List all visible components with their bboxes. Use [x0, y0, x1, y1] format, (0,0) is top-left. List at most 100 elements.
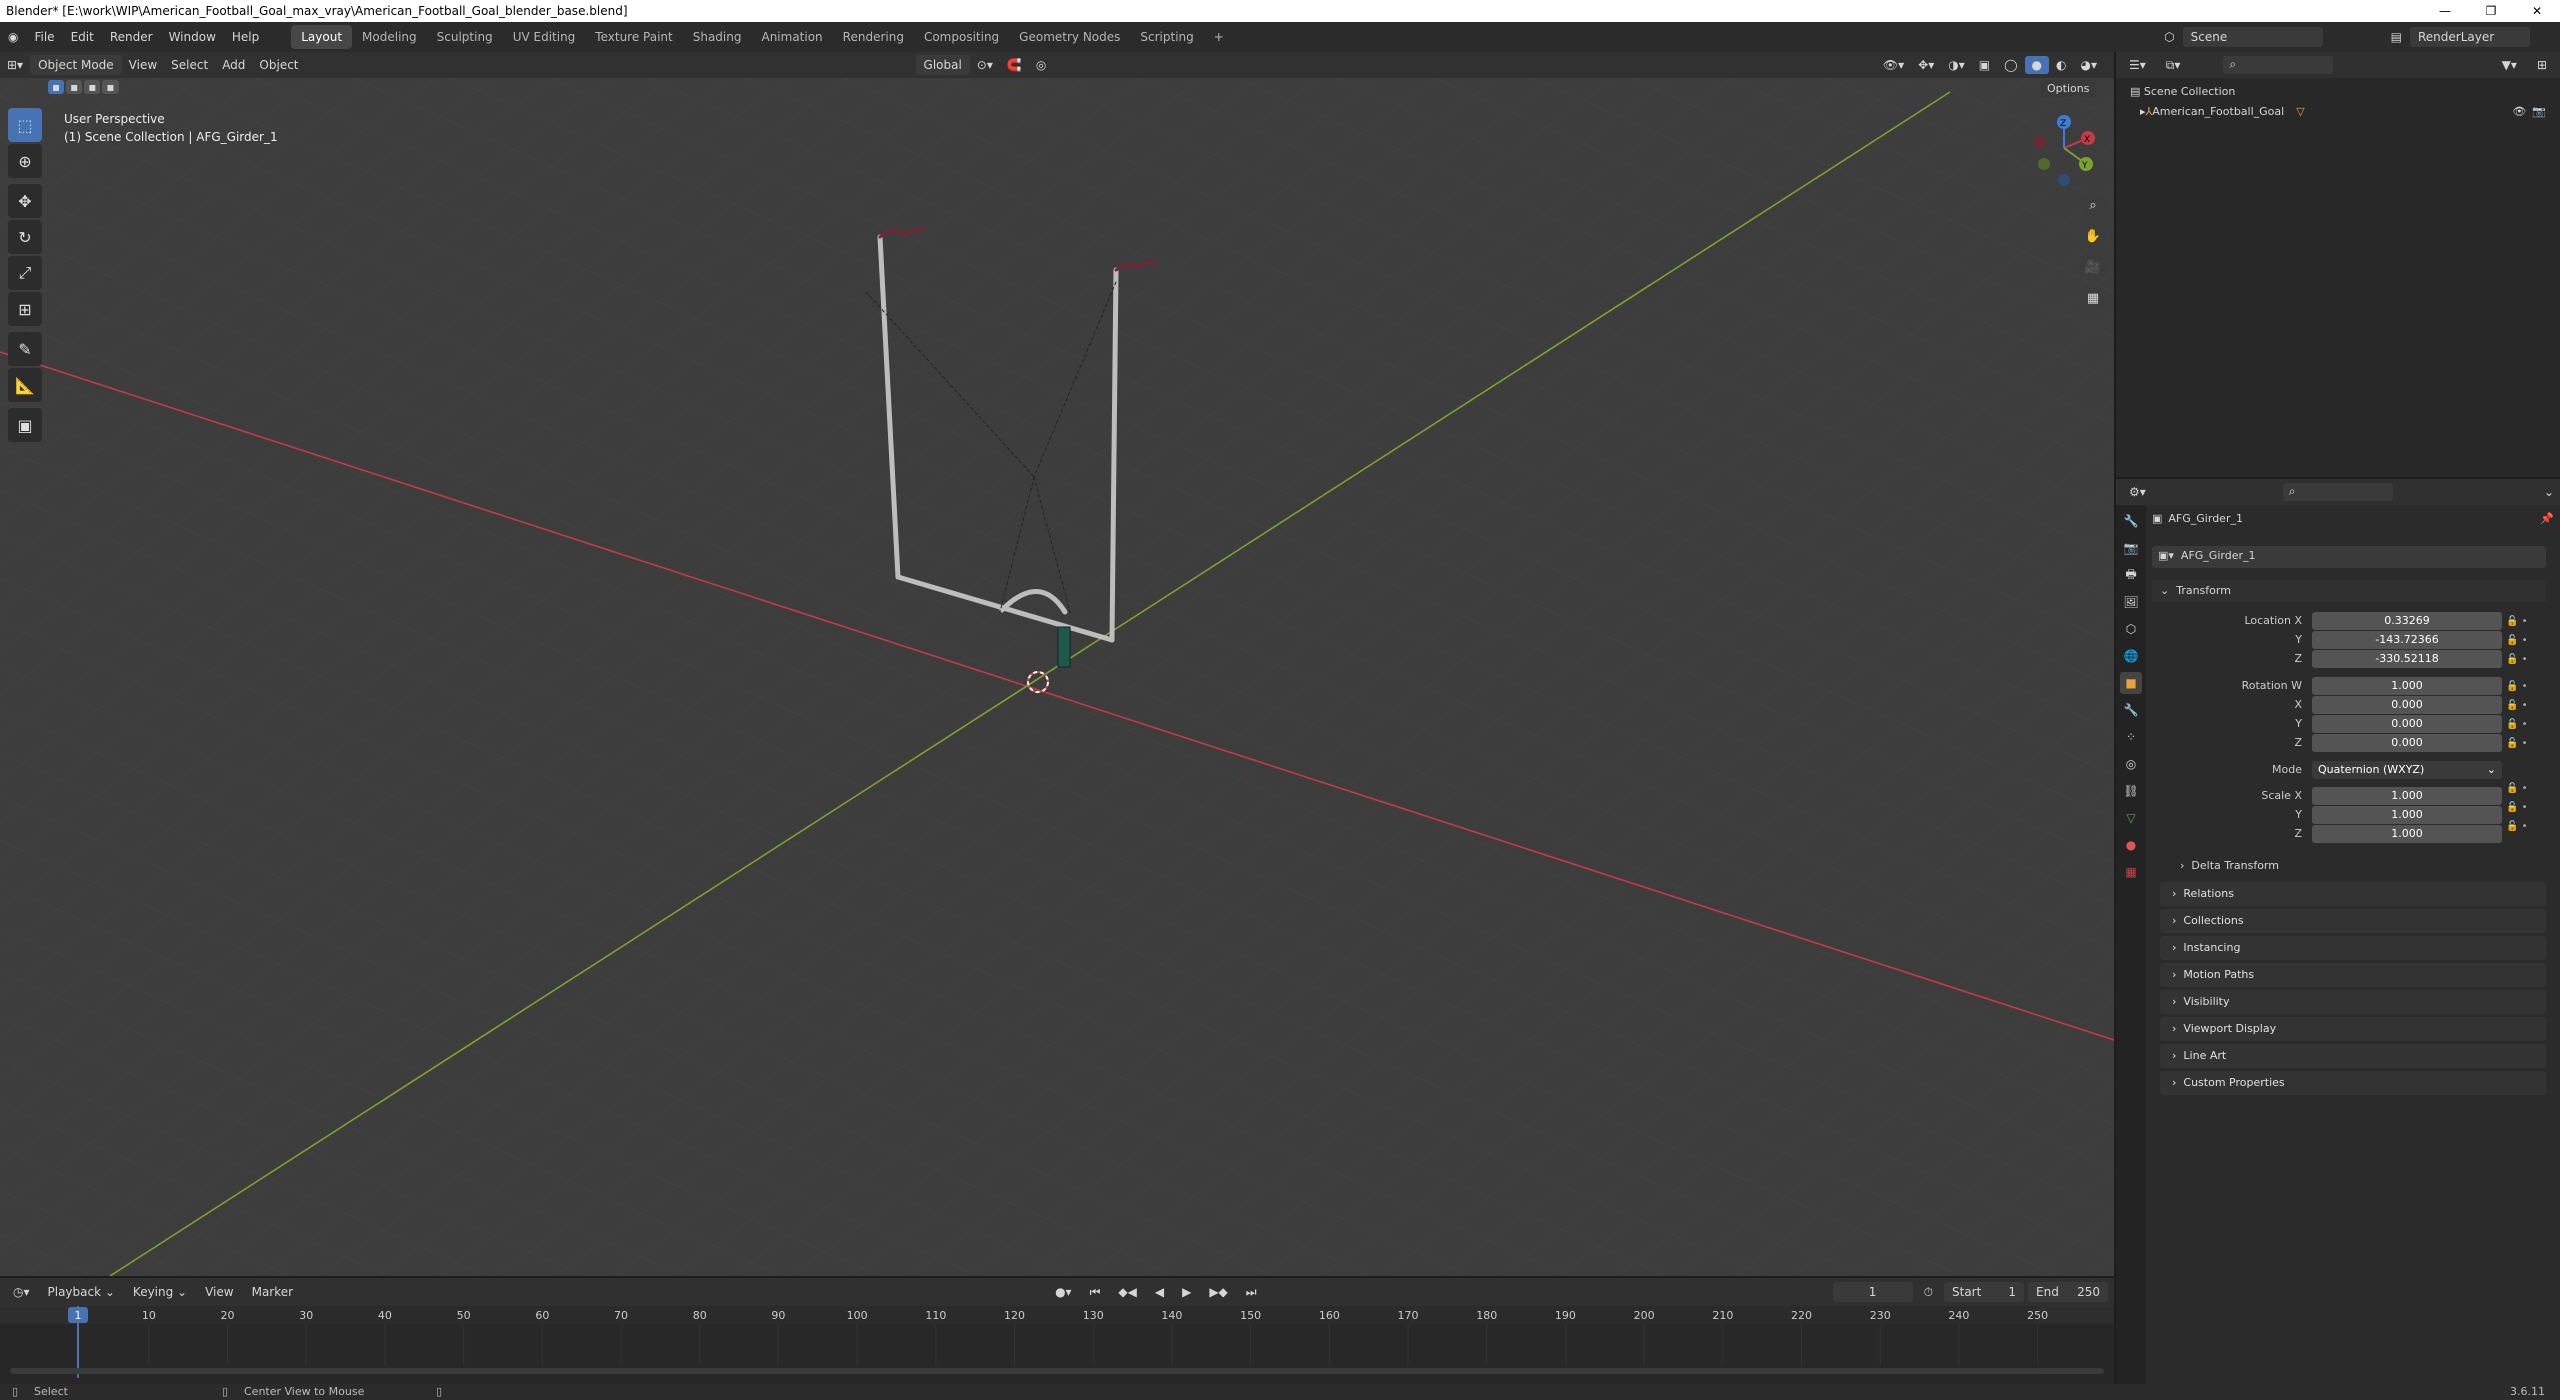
menu-add[interactable]: Add	[215, 56, 252, 74]
properties-search-input[interactable]: ⌕	[2282, 483, 2393, 501]
physics-tab-icon[interactable]: ◎	[2120, 753, 2142, 775]
transform-tool-icon[interactable]: ⊞	[8, 292, 42, 326]
shading-rendered-icon[interactable]: ◕▾	[2074, 56, 2105, 74]
stopwatch-icon[interactable]: ⏱	[1917, 1283, 1940, 1302]
location-z-field[interactable]: -330.52118	[2312, 650, 2502, 668]
tab-animation[interactable]: Animation	[751, 25, 832, 49]
menu-select[interactable]: Select	[164, 56, 215, 74]
lock-icon[interactable]: 🔓 •	[2506, 798, 2528, 817]
tab-rendering[interactable]: Rendering	[833, 25, 914, 49]
select-box-tool-icon[interactable]: ⬚	[8, 108, 42, 142]
output-tab-icon[interactable]: 🖶	[2120, 564, 2142, 586]
options-dropdown[interactable]: Options	[2040, 80, 2097, 97]
rotate-tool-icon[interactable]: ↻	[8, 220, 42, 254]
timeline-editor-icon[interactable]: ◷▾	[6, 1283, 37, 1301]
constraints-tab-icon[interactable]: ⛓	[2120, 780, 2142, 802]
ortho-grid-icon[interactable]: ▦	[2080, 285, 2106, 311]
camera-view-icon[interactable]: 🎥	[2080, 254, 2106, 280]
menu-view[interactable]: View	[122, 56, 164, 74]
jump-end-icon[interactable]: ⏭	[1239, 1283, 1264, 1302]
rotation-w-field[interactable]: 1.000	[2312, 677, 2502, 695]
transform-panel-header[interactable]: ⌄ Transform	[2152, 580, 2546, 602]
scene-selector[interactable]: Scene	[2182, 27, 2323, 47]
current-frame-field[interactable]: 1	[1832, 1282, 1913, 1302]
select-new-icon[interactable]: ▪	[48, 80, 65, 94]
gizmo-toggle-icon[interactable]: ✥▾	[1911, 56, 1941, 74]
annotate-tool-icon[interactable]: ✎	[8, 332, 42, 366]
panel-line-art[interactable]: › Line Art	[2160, 1044, 2546, 1068]
panel-viewport-display[interactable]: › Viewport Display	[2160, 1017, 2546, 1041]
scale-tool-icon[interactable]: ⤢	[8, 256, 42, 290]
lock-icon[interactable]: 🔓 •	[2506, 734, 2528, 753]
close-button[interactable]: ✕	[2514, 4, 2560, 18]
shading-wireframe-icon[interactable]: ◯	[1997, 56, 2024, 74]
tool-tab-icon[interactable]: 🔧	[2120, 510, 2142, 532]
add-workspace-button[interactable]: +	[1204, 25, 1234, 49]
rotation-y-field[interactable]: 0.000	[2312, 715, 2502, 733]
lock-icon[interactable]: 🔓 •	[2506, 817, 2528, 836]
select-invert-icon[interactable]: ▪	[102, 80, 119, 94]
object-tab-icon[interactable]: ■	[2120, 672, 2142, 694]
location-x-field[interactable]: 0.33269	[2312, 612, 2502, 630]
menu-timeline-view[interactable]: View	[198, 1283, 240, 1301]
rotation-x-field[interactable]: 0.000	[2312, 696, 2502, 714]
select-extend-icon[interactable]: ▪	[66, 80, 83, 94]
proportional-edit-icon[interactable]: ◎	[1029, 56, 1053, 74]
select-subtract-icon[interactable]: ▪	[84, 80, 101, 94]
add-cube-tool-icon[interactable]: ▣	[8, 408, 42, 442]
menu-marker[interactable]: Marker	[245, 1283, 300, 1301]
cursor-tool-icon[interactable]: ⊕	[8, 144, 42, 178]
visibility-icon[interactable]: 👁▾	[1876, 56, 1911, 74]
lock-icon[interactable]: 🔓 •	[2506, 650, 2528, 669]
tab-layout[interactable]: Layout	[291, 25, 353, 49]
play-icon[interactable]: ▶	[1175, 1283, 1198, 1301]
location-y-field[interactable]: -143.72366	[2312, 631, 2502, 649]
scale-x-field[interactable]: 1.000	[2312, 787, 2502, 805]
jump-start-icon[interactable]: ⏮	[1083, 1283, 1108, 1302]
outliner-editor-icon[interactable]: ☰▾	[2122, 56, 2153, 74]
display-mode-icon[interactable]: ⧉▾	[2159, 56, 2188, 75]
eye-visibility-icon[interactable]: 👁	[2512, 102, 2526, 122]
material-tab-icon[interactable]: ●	[2120, 834, 2142, 856]
render-camera-icon[interactable]: 📷	[2532, 102, 2546, 122]
lock-icon[interactable]: 🔓 •	[2506, 779, 2528, 798]
start-frame-field[interactable]: Start 1	[1944, 1282, 2024, 1302]
prev-keyframe-icon[interactable]: ◆◀	[1111, 1283, 1143, 1301]
delta-transform-subpanel[interactable]: › Delta Transform	[2172, 856, 2542, 876]
blender-logo-icon[interactable]: ◉	[0, 30, 26, 44]
shading-solid-icon[interactable]: ●	[2024, 56, 2050, 74]
menu-object[interactable]: Object	[252, 56, 305, 74]
particles-tab-icon[interactable]: ⁘	[2120, 726, 2142, 748]
scale-z-field[interactable]: 1.000	[2312, 825, 2502, 843]
properties-editor-icon[interactable]: ⚙▾	[2122, 483, 2153, 501]
menu-render[interactable]: Render	[102, 30, 161, 44]
tab-texture-paint[interactable]: Texture Paint	[585, 25, 682, 49]
menu-edit[interactable]: Edit	[63, 30, 102, 44]
menu-help[interactable]: Help	[224, 30, 267, 44]
panel-visibility[interactable]: › Visibility	[2160, 990, 2546, 1014]
object-mode-dropdown[interactable]: Object Mode	[30, 55, 122, 75]
filter-icon[interactable]: ▼▾	[2495, 56, 2524, 74]
menu-keying[interactable]: Keying ⌄	[126, 1283, 194, 1301]
transform-orientation-dropdown[interactable]: Global	[915, 55, 970, 75]
view-layer-tab-icon[interactable]: 🖼	[2120, 591, 2142, 613]
scene-tab-icon[interactable]: ⬡	[2120, 618, 2142, 640]
panel-motion-paths[interactable]: › Motion Paths	[2160, 963, 2546, 987]
tab-modeling[interactable]: Modeling	[352, 25, 427, 49]
zoom-icon[interactable]: ⌕	[2080, 192, 2106, 218]
play-reverse-icon[interactable]: ◀	[1148, 1283, 1171, 1301]
outliner-item-goal[interactable]: ▸ ⅄ American_Football_Goal ▽ 👁 📷	[2130, 102, 2546, 122]
xray-icon[interactable]: ▣	[1972, 56, 1997, 74]
panel-collections[interactable]: › Collections	[2160, 909, 2546, 933]
rotation-mode-dropdown[interactable]: Quaternion (WXYZ) ⌄	[2312, 761, 2502, 779]
object-data-tab-icon[interactable]: ▽	[2120, 807, 2142, 829]
object-name-field[interactable]: ▣▾ AFG_Girder_1	[2152, 546, 2546, 568]
lock-icon[interactable]: 🔓 •	[2506, 677, 2528, 696]
overlay-toggle-icon[interactable]: ◑▾	[1941, 56, 1972, 74]
panel-instancing[interactable]: › Instancing	[2160, 936, 2546, 960]
lock-icon[interactable]: 🔓 •	[2506, 696, 2528, 715]
editor-type-icon[interactable]: ⊞▾	[0, 56, 30, 74]
lock-icon[interactable]: 🔓 •	[2506, 612, 2528, 631]
render-tab-icon[interactable]: 📷	[2120, 537, 2142, 559]
panel-custom-properties[interactable]: › Custom Properties	[2160, 1071, 2546, 1095]
